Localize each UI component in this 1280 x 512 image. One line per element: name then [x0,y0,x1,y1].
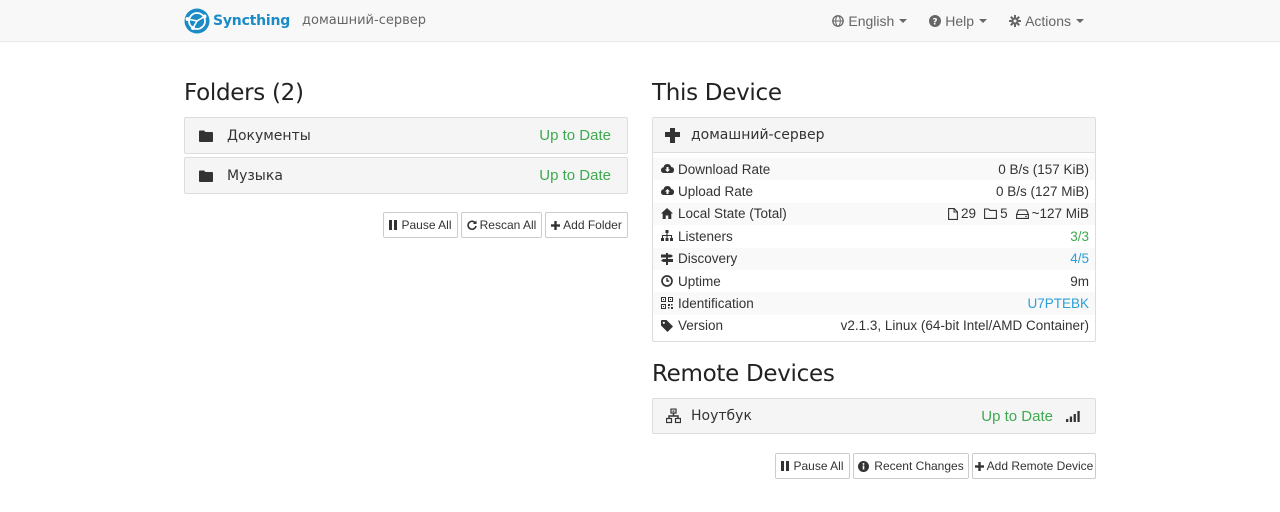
syncthing-logo-icon [184,8,210,34]
total-size: ~127 MiB [1031,206,1089,222]
question-circle-icon: ? [929,15,942,28]
chevron-down-icon [979,19,988,23]
network-nodes-icon [666,408,681,424]
brand-name: Syncthing [213,13,291,29]
remote-pause-all-button[interactable]: Pause All [775,453,850,479]
table-row: Uptime 9m [653,270,1095,292]
gear-icon [1009,15,1022,27]
this-device-heading: This Device [652,80,782,106]
help-label: Help [945,13,975,29]
upload-rate-value: 0 B/s (127 MiB) [995,184,1089,200]
add-remote-device-button[interactable]: Add Remote Device [972,453,1096,479]
pause-all-label: Pause All [401,218,452,232]
rescan-all-button[interactable]: Rescan All [461,212,542,238]
signpost-icon [661,252,673,265]
folders-pause-all-button[interactable]: Pause All [383,212,458,238]
identification-value[interactable]: U7PTEBK [1027,296,1089,311]
table-row: Identification U7PTEBK [653,292,1095,315]
plus-icon [974,461,984,471]
folder-icon [199,170,213,182]
folders-heading: Folders (2) [184,80,304,106]
local-state-value: 29 5 ~127 MiB [948,206,1089,221]
language-label: English [848,13,895,29]
folder-panel[interactable]: Музыка Up to Date [184,157,628,194]
brand-link[interactable]: Syncthing [184,8,290,34]
remote-devices-heading: Remote Devices [652,361,835,387]
remote-device-panel[interactable]: Ноутбук Up to Date [652,398,1096,434]
refresh-icon [466,220,477,230]
remote-device-label: Ноутбук [691,408,752,424]
version-value: v2.1.3, Linux (64-bit Intel/AMD Containe… [840,318,1089,334]
language-menu[interactable]: English [832,13,908,29]
chevron-down-icon [1076,19,1084,23]
discovery-label: Discovery [678,251,738,267]
folder-status: Up to Date [539,127,611,144]
rescan-all-label: Rescan All [479,218,537,232]
info-circle-icon [858,460,870,472]
plus-icon [551,220,561,230]
help-menu[interactable]: ? Help [929,13,988,29]
recent-changes-button[interactable]: Recent Changes [853,453,969,479]
actions-label: Actions [1025,13,1071,29]
folder-label: Документы [227,127,311,144]
folder-icon [199,130,213,142]
qrcode-icon [661,297,673,310]
discovery-value[interactable]: 4/5 [1070,251,1089,266]
globe-icon [832,15,845,27]
local-state-label: Local State (Total) [678,206,787,222]
add-remote-device-label: Add Remote Device [986,459,1094,473]
sitemap-icon [661,230,673,242]
download-rate-label: Download Rate [678,161,771,177]
tag-icon [661,319,673,332]
clock-icon [661,275,673,287]
uptime-label: Uptime [678,273,721,289]
folder-status: Up to Date [539,167,611,184]
file-icon [948,208,958,220]
add-folder-label: Add Folder [563,218,622,232]
file-count: 29 [961,206,977,222]
folder-outline-icon [984,208,998,220]
pause-icon [781,461,790,471]
table-row: Local State (Total) 29 5 ~127 MiB [653,202,1095,226]
chevron-down-icon [899,19,908,23]
navbar-device-name: домашний-сервер [302,13,427,28]
this-device-header[interactable]: домашний-сервер [653,118,1095,153]
pause-all-label: Pause All [793,459,844,473]
upload-rate-label: Upload Rate [678,184,754,200]
remote-device-status: Up to Date [981,407,1053,425]
add-folder-button[interactable]: Add Folder [545,212,628,238]
table-row: Discovery 4/5 [653,247,1095,270]
svg-text:?: ? [933,18,938,28]
hdd-icon [1015,209,1029,219]
dir-count: 5 [1000,206,1008,222]
pause-icon [389,220,398,230]
home-icon [661,207,673,219]
this-device-table: Download Rate 0 B/s (157 KiB) Upload Rat… [653,158,1095,337]
listeners-value[interactable]: 3/3 [1070,229,1089,244]
table-row: Version v2.1.3, Linux (64-bit Intel/AMD … [653,315,1095,337]
navbar-menu: English ? Help Actions [810,0,1084,42]
device-icon [665,128,680,143]
recent-changes-label: Recent Changes [874,459,964,473]
navbar: Syncthing домашний-сервер English ? Help [0,0,1280,42]
uptime-value: 9m [1070,273,1089,289]
actions-menu[interactable]: Actions [1009,13,1084,29]
this-device-panel: домашний-сервер Download Rate 0 B/s (157… [652,117,1096,342]
table-row: Upload Rate 0 B/s (127 MiB) [653,180,1095,202]
folder-label: Музыка [227,167,283,184]
cloud-upload-icon [661,186,674,196]
identification-label: Identification [678,296,754,312]
table-row: Listeners 3/3 [653,225,1095,247]
version-label: Version [678,318,724,334]
signal-strength-icon [1066,411,1080,422]
listeners-label: Listeners [678,228,733,244]
this-device-name: домашний-сервер [691,127,825,143]
cloud-download-icon [661,164,674,173]
download-rate-value: 0 B/s (157 KiB) [998,161,1089,177]
folder-panel[interactable]: Документы Up to Date [184,117,628,154]
table-row: Download Rate 0 B/s (157 KiB) [653,158,1095,181]
